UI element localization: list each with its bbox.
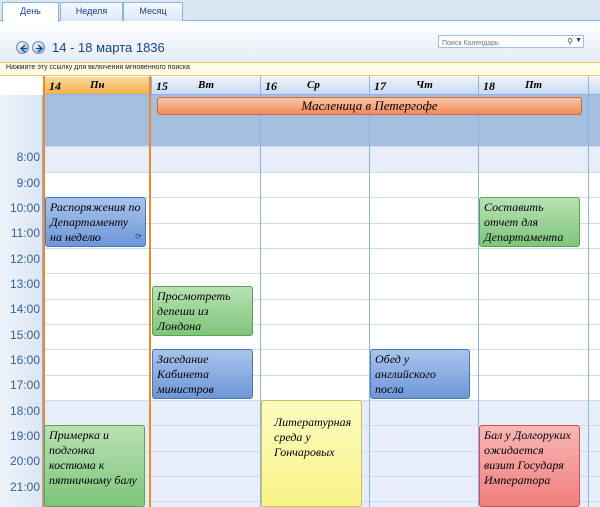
day-header-tue[interactable]: 15 Вт	[151, 77, 260, 95]
hour-line	[0, 375, 600, 376]
chevron-down-icon[interactable]: ▼	[575, 37, 582, 44]
day-header-thu[interactable]: 17 Чт	[369, 77, 478, 95]
hour-line	[0, 324, 600, 325]
appointment[interactable]: Просмотреть депеши из Лондона	[152, 286, 253, 336]
recurrence-icon: ⟳	[135, 232, 142, 241]
search-input[interactable]	[439, 38, 559, 49]
hour-line	[0, 273, 600, 274]
infobar-text[interactable]: Нажмите эту ссылку для включения мгновен…	[6, 64, 190, 71]
appointment-text: Обед у английского посла	[375, 352, 436, 396]
day-weekday: Ср	[307, 79, 320, 91]
calendar-grid: 8:00 9:00 10:00 11:00 12:00 13:00 14:00 …	[0, 76, 600, 507]
day-number: 18	[483, 79, 495, 93]
time-label: 14:00	[9, 302, 40, 316]
arrow-right-icon	[36, 44, 43, 53]
time-label: 8:00	[16, 150, 40, 164]
instant-search-infobar[interactable]: Нажмите эту ссылку для включения мгновен…	[0, 62, 600, 76]
time-label: 18:00	[9, 404, 40, 418]
tab-day[interactable]: День	[2, 2, 59, 22]
appointment-text: Заседание Кабинета министров	[157, 352, 214, 396]
hour-line	[0, 146, 600, 147]
time-label: 15:00	[9, 328, 40, 342]
appointment[interactable]: Литературная среда у Гончаровых	[261, 400, 362, 507]
day-number: 14	[49, 79, 61, 93]
appointment[interactable]: Заседание Кабинета министров	[152, 349, 253, 399]
appointment[interactable]: Распоряжения по Департаменту на неделю ⟳	[45, 197, 146, 247]
tab-week[interactable]: Неделя	[60, 2, 123, 21]
appointment-text: Литературная среда у Гончаровых	[274, 415, 352, 459]
time-label: 10:00	[9, 201, 40, 215]
day-header-mon[interactable]: 14 Пн	[44, 77, 151, 95]
time-label: 13:00	[9, 277, 40, 291]
time-label: 17:00	[9, 378, 40, 392]
calendar-header: 14 - 18 марта 1836 ⚲ ▼	[0, 21, 600, 62]
day-number: 16	[265, 79, 277, 93]
day-header-wed[interactable]: 16 Ср	[260, 77, 369, 95]
column-divider	[369, 76, 370, 507]
appointment[interactable]: Бал у Долгоруких ожидается визит Государ…	[479, 425, 580, 507]
appointment-text: Распоряжения по Департаменту на неделю	[50, 200, 141, 244]
day-weekday: Пн	[90, 79, 105, 91]
forward-button[interactable]	[32, 41, 45, 54]
hour-line	[0, 349, 600, 350]
day-weekday: Вт	[198, 79, 215, 91]
appointment[interactable]: Составить отчет для Департамента	[479, 197, 580, 247]
hour-line	[0, 248, 600, 249]
view-tabbar: День Неделя Месяц	[0, 0, 600, 22]
off-hours-morning	[43, 146, 600, 172]
time-label: 11:00	[10, 226, 40, 240]
allday-event-banner[interactable]: Масленица в Петергофе	[157, 97, 582, 115]
time-label: 9:00	[16, 176, 40, 190]
date-range-title: 14 - 18 марта 1836	[52, 40, 165, 55]
time-label: 16:00	[9, 353, 40, 367]
time-gutter: 8:00 9:00 10:00 11:00 12:00 13:00 14:00 …	[0, 95, 43, 507]
day-number: 17	[374, 79, 386, 93]
appointment-text: Составить отчет для Департамента	[484, 200, 564, 244]
appointment-text: Примерка и подгонка костюма к пятничному…	[49, 428, 137, 487]
appointment[interactable]: Обед у английского посла	[370, 349, 470, 399]
arrow-left-icon	[20, 44, 27, 53]
appointment-text: Бал у Долгоруких ожидается визит Государ…	[484, 428, 571, 487]
time-label: 19:00	[9, 429, 40, 443]
hour-line	[0, 299, 600, 300]
time-label: 12:00	[9, 252, 40, 266]
allday-cell-mon[interactable]	[44, 95, 150, 146]
back-button[interactable]	[16, 41, 29, 54]
time-label: 21:00	[9, 480, 40, 494]
column-divider	[588, 76, 589, 507]
day-header-fri[interactable]: 18 Пт	[478, 77, 600, 95]
day-weekday: Пт	[525, 79, 543, 91]
column-divider-today-right	[149, 76, 151, 507]
day-weekday: Чт	[416, 79, 433, 91]
tab-month[interactable]: Месяц	[123, 2, 183, 21]
appointment[interactable]: Примерка и подгонка костюма к пятничному…	[44, 425, 145, 507]
day-number: 15	[156, 79, 168, 93]
hour-line	[0, 172, 600, 173]
appointment-text: Просмотреть депеши из Лондона	[157, 289, 231, 333]
search-icon[interactable]: ⚲	[567, 37, 573, 46]
search-box[interactable]: ⚲ ▼	[438, 35, 584, 49]
time-label: 20:00	[9, 454, 40, 468]
